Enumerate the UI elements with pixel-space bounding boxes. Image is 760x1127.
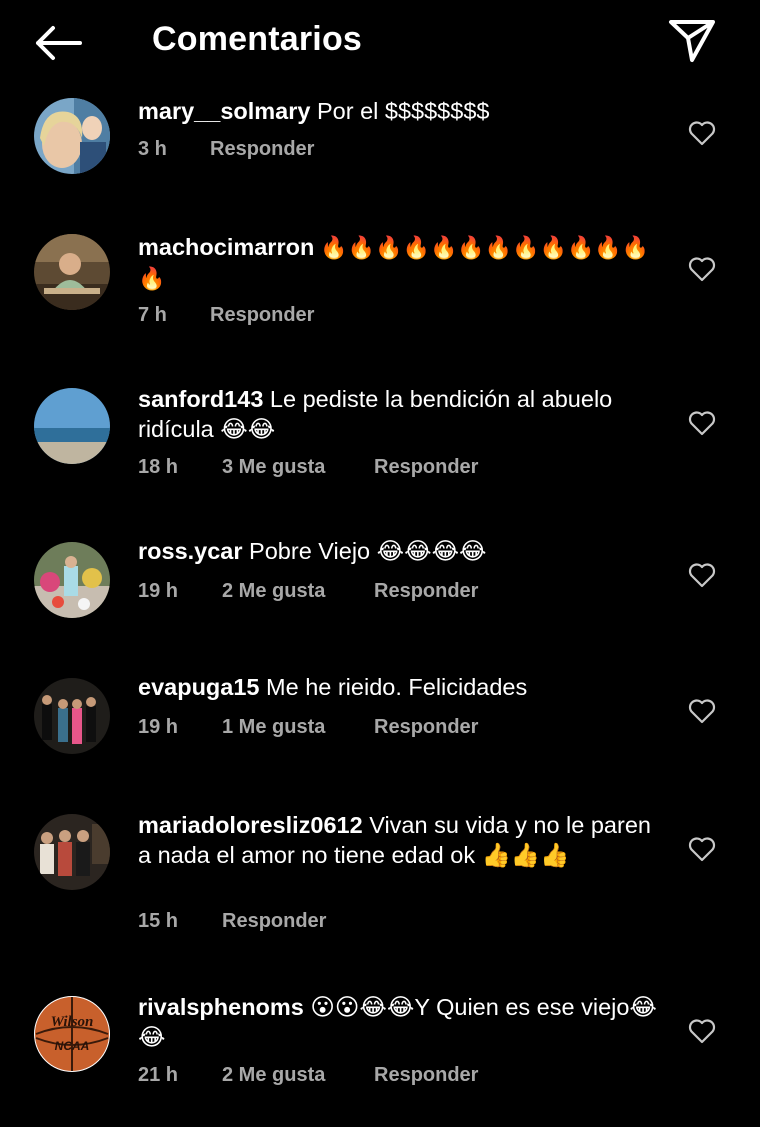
heart-icon[interactable] bbox=[688, 256, 716, 282]
heart-icon[interactable] bbox=[688, 698, 716, 724]
avatar[interactable] bbox=[34, 98, 110, 174]
like-count[interactable]: 2 Me gusta bbox=[222, 1064, 374, 1087]
share-button[interactable] bbox=[666, 16, 718, 64]
comment-text: Me he rieido. Felicidades bbox=[259, 674, 528, 700]
reply-button[interactable]: Responder bbox=[374, 1064, 478, 1087]
avatar[interactable] bbox=[34, 678, 110, 754]
like-count[interactable]: 2 Me gusta bbox=[222, 580, 374, 603]
comment-username[interactable]: mary__solmary bbox=[138, 98, 310, 124]
paper-plane-icon bbox=[669, 20, 715, 62]
reply-button[interactable]: Responder bbox=[374, 456, 478, 479]
page-title: Comentarios bbox=[152, 20, 363, 58]
ball-league-text: NCAA bbox=[55, 1039, 90, 1053]
comment-username[interactable]: evapuga15 bbox=[138, 674, 259, 700]
reply-button[interactable]: Responder bbox=[222, 910, 326, 933]
heart-icon[interactable] bbox=[688, 562, 716, 588]
avatar[interactable]: Wilson NCAA bbox=[34, 996, 110, 1072]
comment-time: 3 h bbox=[138, 138, 167, 160]
comment-username[interactable]: sanford143 bbox=[138, 386, 263, 412]
comment-username[interactable]: ross.ycar bbox=[138, 538, 243, 564]
comment-username[interactable]: machocimarron bbox=[138, 234, 314, 260]
avatar[interactable] bbox=[34, 542, 110, 618]
comment-time: 21 h bbox=[138, 1064, 179, 1086]
avatar[interactable] bbox=[34, 234, 110, 310]
heart-icon[interactable] bbox=[688, 120, 716, 146]
comment-username[interactable]: rivalsphenoms bbox=[138, 994, 304, 1020]
avatar[interactable] bbox=[34, 814, 110, 890]
arrow-left-icon bbox=[36, 26, 82, 60]
comment-time: 19 h bbox=[138, 716, 179, 738]
avatar[interactable] bbox=[34, 388, 110, 464]
heart-icon[interactable] bbox=[688, 1018, 716, 1044]
like-count[interactable]: 3 Me gusta bbox=[222, 456, 374, 479]
like-count[interactable]: 1 Me gusta bbox=[222, 716, 374, 739]
comment-time: 19 h bbox=[138, 580, 179, 602]
reply-button[interactable]: Responder bbox=[210, 138, 314, 161]
comment-time: 15 h bbox=[138, 910, 179, 932]
comment-username[interactable]: mariadoloresliz0612 bbox=[138, 812, 363, 838]
comment-text: Por el $$$$$$$$ bbox=[310, 98, 490, 124]
ball-brand-text: Wilson bbox=[51, 1014, 94, 1030]
reply-button[interactable]: Responder bbox=[374, 580, 478, 603]
reply-button[interactable]: Responder bbox=[374, 716, 478, 739]
comment-time: 18 h bbox=[138, 456, 179, 478]
back-button[interactable] bbox=[30, 20, 86, 66]
top-bar: Comentarios bbox=[0, 0, 760, 84]
heart-icon[interactable] bbox=[688, 410, 716, 436]
reply-button[interactable]: Responder bbox=[210, 304, 314, 327]
heart-icon[interactable] bbox=[688, 836, 716, 862]
comment-text: Pobre Viejo 😂😂😂😂 bbox=[242, 538, 487, 564]
comment-time: 7 h bbox=[138, 304, 167, 326]
